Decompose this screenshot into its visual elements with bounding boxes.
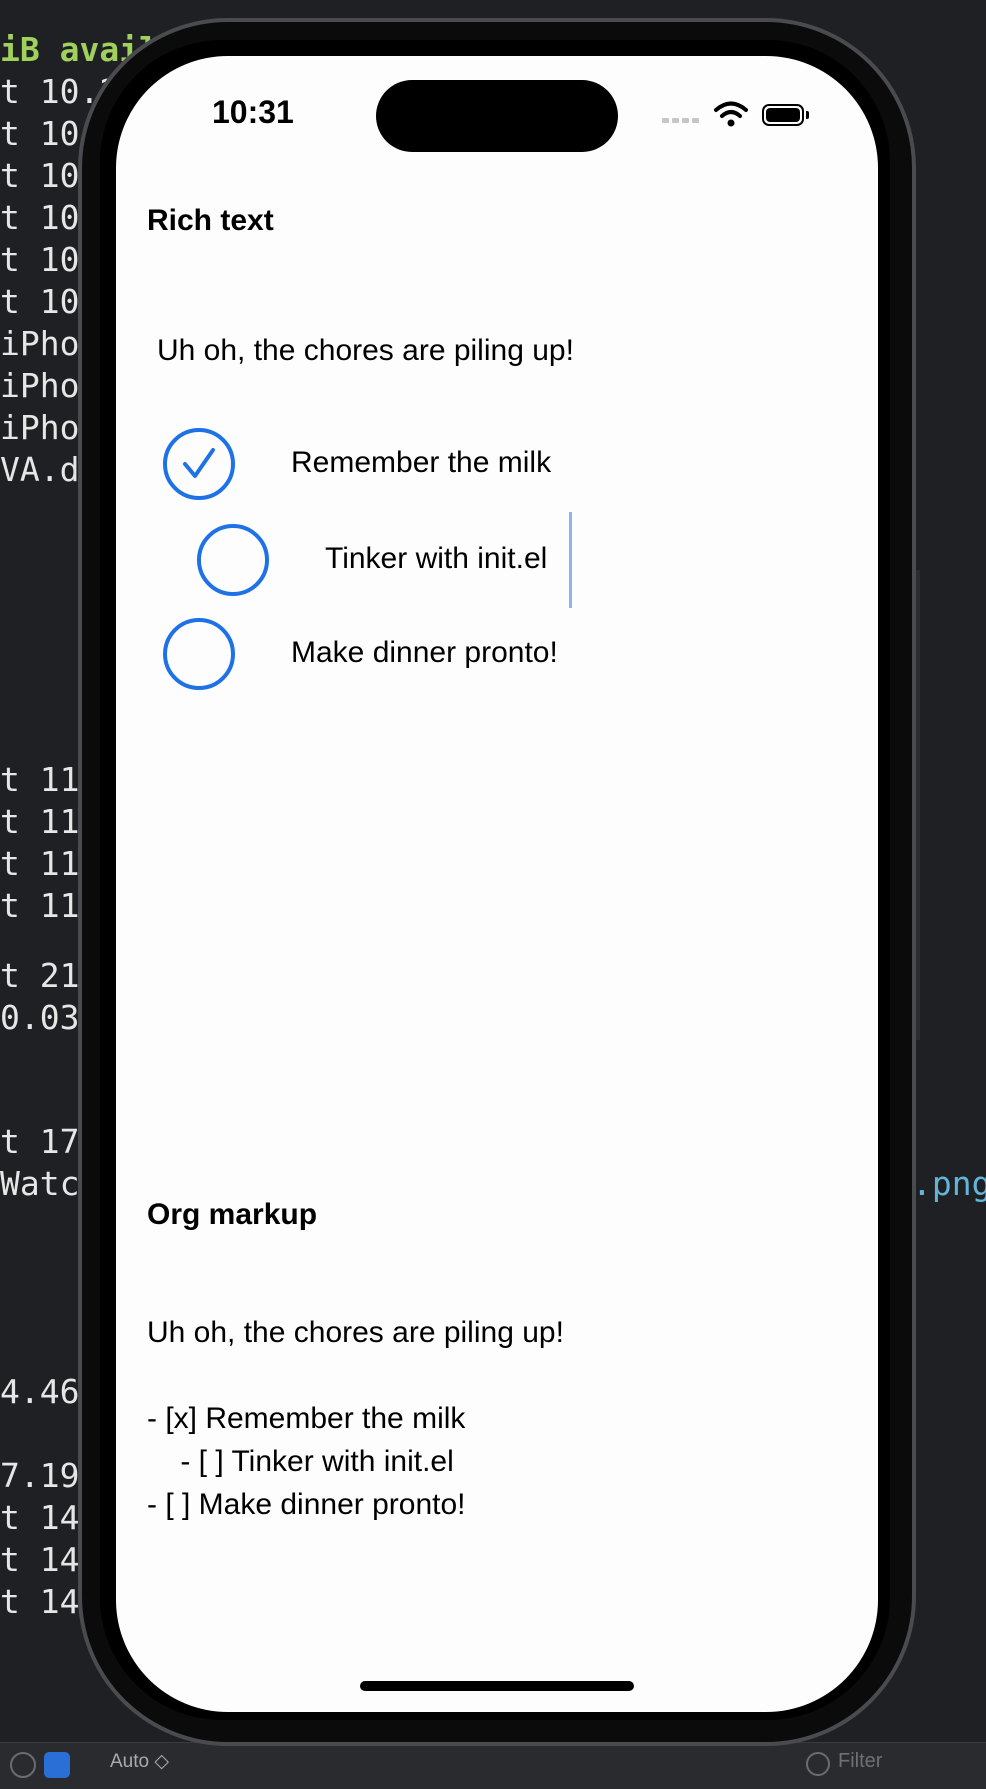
filter-input[interactable]: Filter bbox=[838, 1750, 882, 1773]
status-time: 10:31 bbox=[212, 94, 294, 130]
terminal-line: 7.19 bbox=[0, 1456, 80, 1495]
battery-icon bbox=[762, 104, 804, 126]
terminal-line: t 10 bbox=[0, 282, 80, 321]
terminal-line: t 21 bbox=[0, 956, 80, 995]
terminal-fragment: .png bbox=[912, 1164, 986, 1203]
home-indicator[interactable] bbox=[360, 1681, 634, 1691]
device-icon[interactable] bbox=[44, 1752, 70, 1778]
org-line: - [ ] Tinker with init.el bbox=[147, 1445, 454, 1478]
terminal-line: t 17 bbox=[0, 1122, 80, 1161]
terminal-line: Watc bbox=[0, 1164, 80, 1203]
checkbox-unchecked[interactable] bbox=[197, 524, 269, 596]
terminal-line: t 10 bbox=[0, 156, 80, 195]
terminal-line: 4.46 bbox=[0, 1372, 80, 1411]
todo-label[interactable]: Make dinner pronto! bbox=[291, 636, 558, 670]
cellular-signal-icon bbox=[662, 118, 702, 124]
terminal-line: t 10 bbox=[0, 114, 80, 153]
terminal-line: t 11 bbox=[0, 844, 80, 883]
terminal-line: t 11 bbox=[0, 886, 80, 925]
phone-screen: 10:31 Rich text Uh oh, the chores are pi… bbox=[116, 56, 878, 1712]
checkbox-checked[interactable] bbox=[163, 428, 235, 500]
terminal-line: t 10 bbox=[0, 240, 80, 279]
terminal-line: VA.d bbox=[0, 450, 80, 489]
terminal-line: iPho bbox=[0, 408, 80, 447]
text-cursor bbox=[569, 512, 572, 608]
org-line: - [x] Remember the milk bbox=[147, 1402, 466, 1435]
rich-text-title: Rich text bbox=[147, 204, 274, 237]
terminal-line: iPho bbox=[0, 324, 80, 363]
terminal-line: t 14 bbox=[0, 1582, 80, 1621]
terminal-line: t 10 bbox=[0, 198, 80, 237]
todo-item[interactable]: Remember the milk bbox=[163, 428, 663, 508]
terminal-line: 0.03 bbox=[0, 998, 80, 1037]
org-line: - [ ] Make dinner pronto! bbox=[147, 1488, 466, 1521]
todo-item[interactable]: Tinker with init.el bbox=[197, 524, 697, 604]
rich-text-intro[interactable]: Uh oh, the chores are piling up! bbox=[157, 334, 574, 368]
terminal-line: t 11 bbox=[0, 802, 80, 841]
terminal-line: t 11 bbox=[0, 760, 80, 799]
terminal-line: t 14 bbox=[0, 1540, 80, 1579]
circle-icon[interactable] bbox=[10, 1752, 36, 1778]
todo-item[interactable]: Make dinner pronto! bbox=[163, 618, 663, 698]
filter-icon bbox=[806, 1752, 830, 1776]
checkmark-icon bbox=[183, 448, 215, 478]
checkbox-unchecked[interactable] bbox=[163, 618, 235, 690]
dynamic-island bbox=[376, 80, 618, 152]
todo-label[interactable]: Remember the milk bbox=[291, 446, 551, 480]
auto-selector[interactable]: Auto ◇ bbox=[110, 1750, 169, 1773]
org-markup-title: Org markup bbox=[147, 1198, 318, 1231]
org-intro: Uh oh, the chores are piling up! bbox=[147, 1316, 564, 1349]
terminal-line: iPho bbox=[0, 366, 80, 405]
terminal-line: t 14 bbox=[0, 1498, 80, 1537]
battery-cap bbox=[806, 111, 809, 119]
todo-label[interactable]: Tinker with init.el bbox=[325, 542, 547, 576]
wifi-icon bbox=[714, 100, 748, 128]
